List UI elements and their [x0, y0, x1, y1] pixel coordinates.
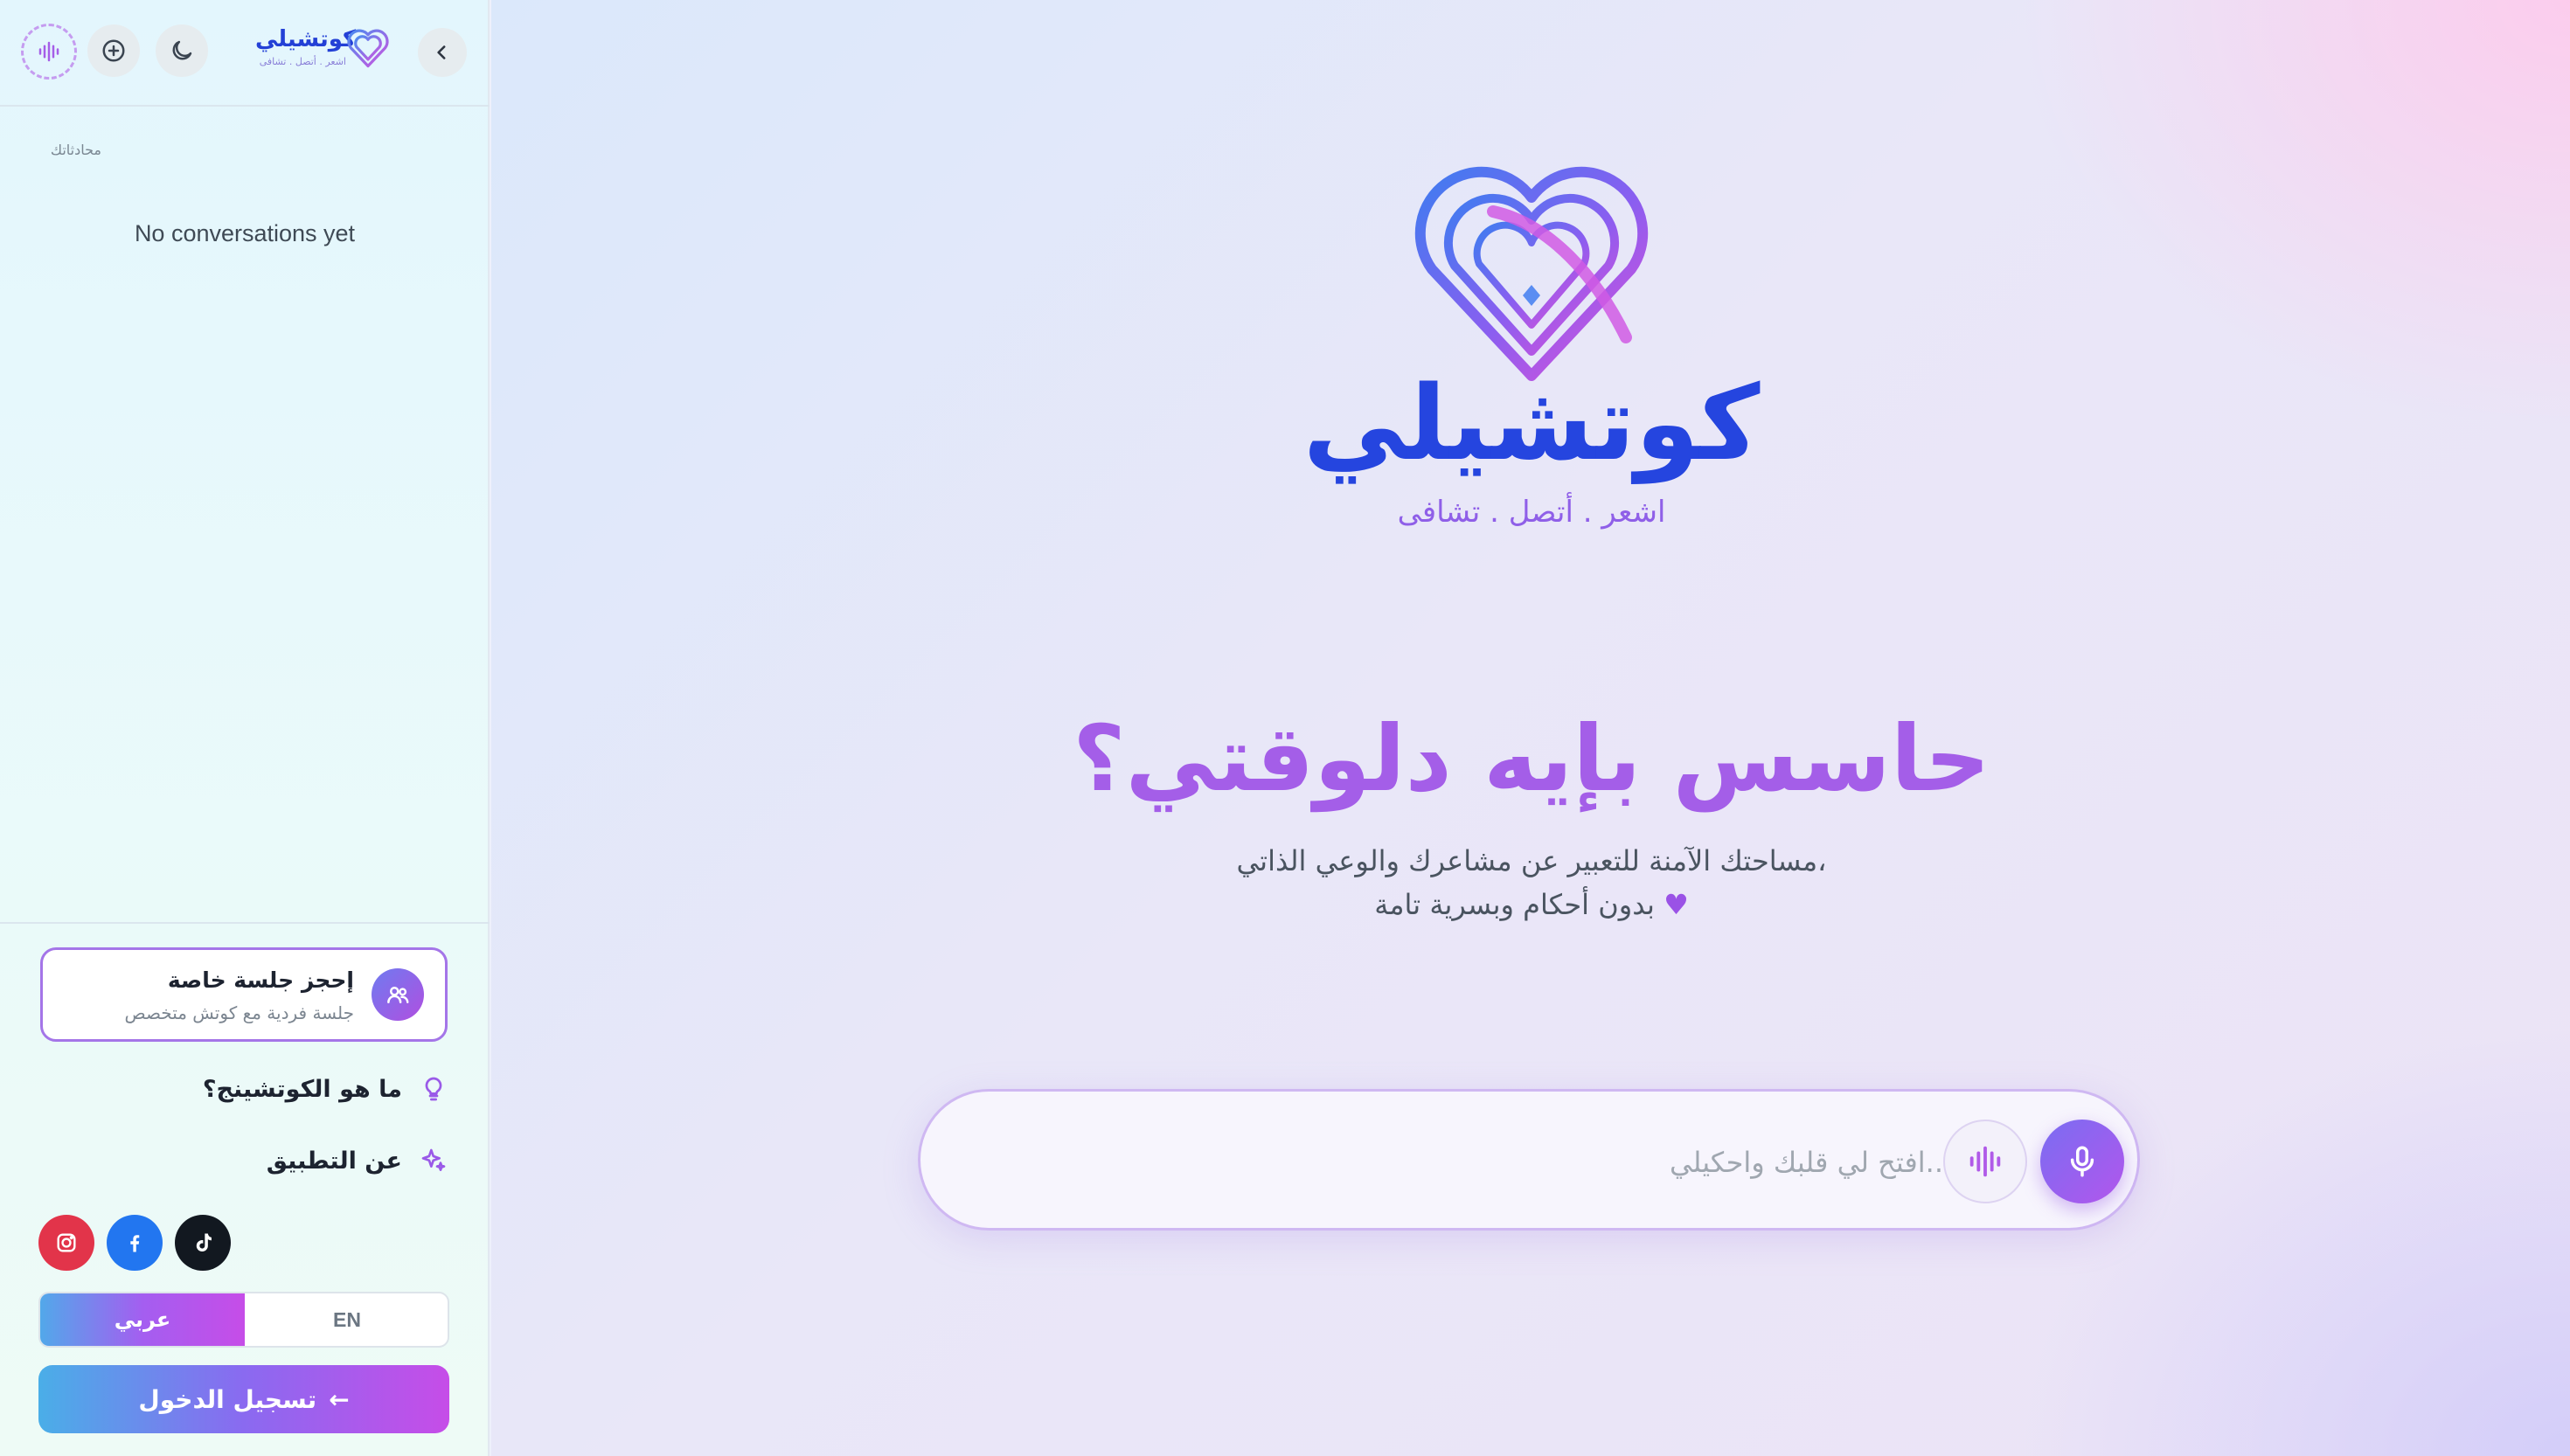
- conversations-section-title: محادثاتك: [50, 142, 101, 158]
- brand-tagline: اشعر . أتصل . تشافى: [1397, 495, 1666, 530]
- chat-input-bar: [918, 1089, 2140, 1231]
- moon-icon: [172, 40, 192, 60]
- what-is-coaching-label: ما هو الكوتشينج؟: [202, 1075, 402, 1103]
- facebook-button[interactable]: [107, 1215, 163, 1271]
- chat-input[interactable]: [973, 1123, 1943, 1202]
- instagram-icon: [57, 1233, 76, 1252]
- tiktok-icon: [196, 1233, 212, 1252]
- instagram-button[interactable]: [38, 1215, 94, 1271]
- book-session-subtitle: جلسة فردية مع كوتش متخصص: [124, 1002, 354, 1023]
- new-chat-button[interactable]: [87, 24, 140, 77]
- login-button[interactable]: تسجيل الدخول ←: [38, 1365, 449, 1433]
- hero-subtitle-line-1: مساحتك الآمنة للتعبير عن مشاعرك والوعي ا…: [1236, 844, 1827, 877]
- sidebar-logo[interactable]: كوتشيلي اشعر . أتصل . تشافى: [252, 24, 392, 77]
- hero-title: حاسس بإيه دلوقتي؟: [1073, 705, 1990, 812]
- about-app-label: عن التطبيق: [266, 1147, 402, 1175]
- soundwave-icon: [1969, 1146, 2001, 1177]
- brand-heart-logo-icon: [1414, 166, 1649, 381]
- arrow-left-icon: ←: [329, 1384, 350, 1414]
- sidebar: كوتشيلي اشعر . أتصل . تشافى محادثاتك No …: [0, 0, 490, 1456]
- lightbulb-icon: [425, 1077, 442, 1101]
- language-option-arabic[interactable]: عربي: [40, 1293, 245, 1346]
- dark-mode-toggle[interactable]: [156, 24, 208, 77]
- brand-wordmark: كوتشيلي: [1302, 363, 1761, 483]
- microphone-button[interactable]: [2040, 1120, 2124, 1203]
- collapse-sidebar-button[interactable]: [418, 28, 467, 77]
- main-area: كوتشيلي اشعر . أتصل . تشافى حاسس بإيه دل…: [491, 0, 2570, 1456]
- heart-logo-icon: [347, 29, 389, 68]
- sidebar-divider: [0, 922, 490, 924]
- users-icon: [372, 968, 424, 1021]
- book-session-title: إحجز جلسة خاصة: [167, 967, 354, 993]
- facebook-icon: [130, 1235, 140, 1252]
- chevron-left-icon: [437, 45, 446, 59]
- tiktok-button[interactable]: [175, 1215, 231, 1271]
- voice-mode-button[interactable]: [21, 24, 77, 80]
- conversations-empty-state: No conversations yet: [134, 220, 356, 246]
- hero-subtitle-line-2: بدون أحكام وبسرية تامة ♥: [1059, 883, 2004, 926]
- sidebar-header: كوتشيلي اشعر . أتصل . تشافى: [0, 0, 490, 107]
- language-option-english[interactable]: EN: [245, 1293, 448, 1346]
- what-is-coaching-link[interactable]: ما هو الكوتشينج؟: [203, 1075, 448, 1103]
- hero-subtitle: مساحتك الآمنة للتعبير عن مشاعرك والوعي ا…: [1059, 839, 2004, 926]
- book-session-card[interactable]: إحجز جلسة خاصة جلسة فردية مع كوتش متخصص: [40, 947, 448, 1042]
- sidebar-logo-wordmark: كوتشيلي: [255, 26, 357, 52]
- microphone-icon: [2070, 1146, 2094, 1177]
- plus-circle-icon: [102, 39, 125, 62]
- soundwave-icon: [38, 41, 59, 62]
- about-app-link[interactable]: عن التطبيق: [267, 1147, 448, 1175]
- heart-icon: ♥: [1664, 888, 1689, 921]
- sparkles-icon: [421, 1148, 446, 1171]
- hero-subtitle-line-2-text: بدون أحكام وبسرية تامة: [1374, 888, 1655, 921]
- language-toggle: عربي EN: [38, 1292, 449, 1348]
- voice-wave-button[interactable]: [1943, 1120, 2027, 1203]
- sidebar-logo-tagline: اشعر . أتصل . تشافى: [259, 56, 346, 67]
- login-label: تسجيل الدخول: [138, 1384, 317, 1414]
